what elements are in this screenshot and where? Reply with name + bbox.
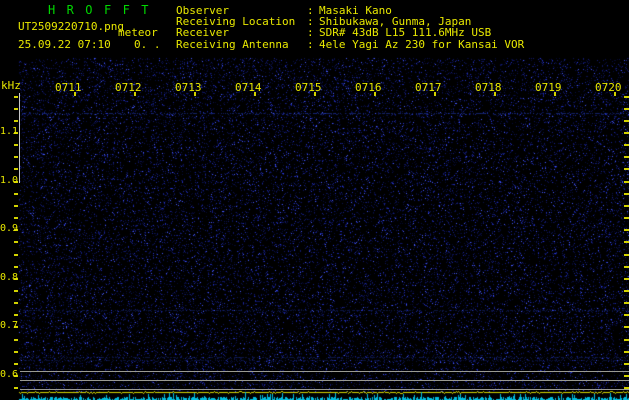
y-axis-right-tick — [624, 375, 629, 377]
y-axis-tick — [14, 339, 18, 341]
y-axis-tick-label: 0.7 — [0, 320, 18, 331]
y-axis-right-tick — [624, 120, 629, 122]
y-axis-right-tick — [624, 168, 629, 170]
x-axis-time-label: 0714 — [235, 81, 262, 94]
hrofft-window: H R O F F T UT2509220710.png meteor 25.0… — [0, 0, 629, 400]
y-axis-right-tick — [624, 241, 629, 243]
y-axis-tick — [14, 96, 18, 98]
x-axis-tick — [434, 92, 436, 96]
x-axis-time-label: 0715 — [295, 81, 322, 94]
x-axis-tick — [194, 92, 196, 96]
y-axis-tick — [14, 387, 18, 389]
y-axis-right-tick — [624, 254, 629, 256]
x-axis-time-label: 0719 — [535, 81, 562, 94]
x-axis-tick — [614, 92, 616, 96]
y-axis-tick — [14, 108, 18, 110]
y-axis-tick — [14, 144, 18, 146]
y-axis-right-tick — [624, 302, 629, 304]
y-axis-tick — [14, 156, 18, 158]
y-axis-tick — [14, 290, 18, 292]
y-axis-tick — [14, 120, 18, 122]
y-axis-tick — [14, 205, 18, 207]
y-axis-tick-label: 1.0 — [0, 175, 18, 186]
x-axis-tick — [74, 92, 76, 96]
y-axis-tick-label: 0.9 — [0, 223, 18, 234]
y-axis-tick — [14, 351, 18, 353]
y-axis-right-tick — [624, 278, 629, 280]
y-axis-right-tick — [624, 181, 629, 183]
y-axis-tick — [14, 193, 18, 195]
y-axis-right-tick — [624, 339, 629, 341]
x-axis-time-label: 0720 — [595, 81, 622, 94]
y-axis-right-tick — [624, 387, 629, 389]
y-axis-tick — [14, 302, 18, 304]
x-axis-tick — [134, 92, 136, 96]
axes-ticks-container: 1.1 1.0 0.9 0.8 0.7 0.6 0711 0712 0713 0714 0715 07… — [0, 0, 629, 400]
y-axis-tick — [14, 217, 18, 219]
y-axis-right-tick — [624, 266, 629, 268]
x-axis-time-label: 0716 — [355, 81, 382, 94]
y-axis-right-tick — [624, 290, 629, 292]
x-axis-tick — [254, 92, 256, 96]
x-axis-tick — [314, 92, 316, 96]
y-axis-tick — [14, 314, 18, 316]
y-axis-tick — [14, 266, 18, 268]
x-axis-tick — [494, 92, 496, 96]
y-axis-right-tick — [624, 205, 629, 207]
y-axis-tick-label: 1.1 — [0, 126, 18, 137]
y-axis-tick — [14, 168, 18, 170]
x-axis-time-label: 0713 — [175, 81, 202, 94]
y-axis-right-tick — [624, 326, 629, 328]
y-axis-tick — [14, 254, 18, 256]
x-axis-tick — [374, 92, 376, 96]
x-axis-time-label: 0717 — [415, 81, 442, 94]
y-axis-tick — [14, 241, 18, 243]
y-axis-right-tick — [624, 351, 629, 353]
y-axis-right-tick — [624, 156, 629, 158]
y-axis-right-tick — [624, 144, 629, 146]
y-axis-right-tick — [624, 132, 629, 134]
y-axis-right-tick — [624, 108, 629, 110]
y-axis-right-tick — [624, 193, 629, 195]
y-axis-right-tick — [624, 363, 629, 365]
x-axis-time-label: 0718 — [475, 81, 502, 94]
y-axis-right-tick — [624, 314, 629, 316]
x-axis-time-label: 0712 — [115, 81, 142, 94]
y-axis-right-tick — [624, 229, 629, 231]
y-axis-tick-label: 0.8 — [0, 272, 18, 283]
x-axis-time-label: 0711 — [55, 81, 82, 94]
x-axis-tick — [554, 92, 556, 96]
y-axis-tick — [14, 363, 18, 365]
y-axis-right-tick — [624, 96, 629, 98]
y-axis-tick-label: 0.6 — [0, 369, 18, 380]
y-axis-right-tick — [624, 217, 629, 219]
